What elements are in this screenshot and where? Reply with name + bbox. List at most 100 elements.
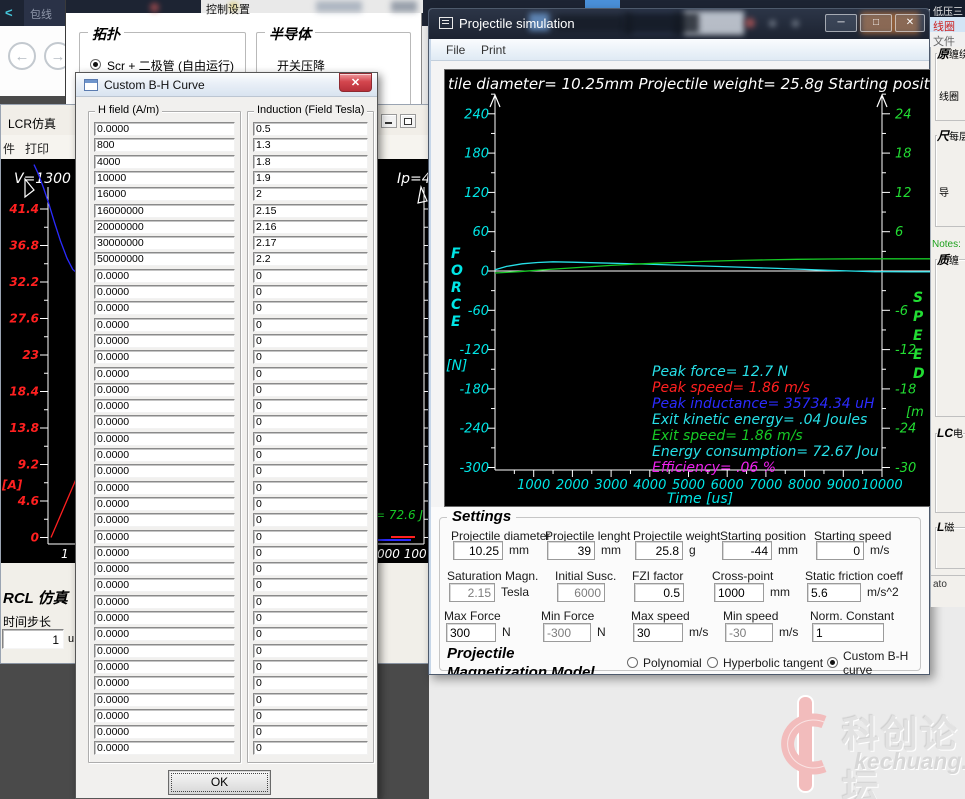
browser-active-tab[interactable]: [585, 0, 620, 8]
ok-button[interactable]: OK: [168, 770, 271, 795]
h-field-value[interactable]: 0.0000: [94, 399, 235, 413]
h-field-value[interactable]: 0.0000: [94, 709, 235, 723]
projectile-title-bar[interactable]: Projectile simulation ─ □ ✕: [429, 9, 929, 39]
b-field-value[interactable]: 0: [253, 334, 368, 348]
setting-input[interactable]: 2.15: [449, 583, 495, 602]
b-field-value[interactable]: 1.8: [253, 155, 368, 169]
chevron-left-icon[interactable]: <: [5, 5, 13, 20]
b-field-value[interactable]: 0: [253, 285, 368, 299]
h-field-value[interactable]: 0.0000: [94, 611, 235, 625]
h-field-value[interactable]: 0.0000: [94, 350, 235, 364]
b-field-value[interactable]: 0: [253, 693, 368, 707]
h-field-value[interactable]: 0.0000: [94, 530, 235, 544]
menu-print[interactable]: Print: [481, 43, 506, 57]
b-field-value[interactable]: 1.9: [253, 171, 368, 185]
maximize-icon[interactable]: □: [860, 14, 892, 32]
h-field-value[interactable]: 0.0000: [94, 432, 235, 446]
b-field-value[interactable]: 2.15: [253, 204, 368, 218]
h-field-value[interactable]: 0.0000: [94, 318, 235, 332]
b-field-value[interactable]: 0: [253, 399, 368, 413]
bh-dialog-title-bar[interactable]: Custom B-H Curve ✕: [76, 73, 377, 97]
h-field-value[interactable]: 0.0000: [94, 122, 235, 136]
b-field-value[interactable]: 2.16: [253, 220, 368, 234]
topology-radio-icon[interactable]: [90, 59, 101, 70]
b-field-value[interactable]: 0: [253, 741, 368, 755]
polynomial-radio-label[interactable]: Polynomial: [643, 656, 702, 670]
custom-bh-radio-label[interactable]: Custom B-H curve: [843, 649, 909, 677]
h-field-value[interactable]: 0.0000: [94, 497, 235, 511]
restore-icon[interactable]: [400, 114, 416, 128]
minimize-icon[interactable]: ─: [825, 14, 857, 32]
h-field-value[interactable]: 0.0000: [94, 725, 235, 739]
setting-input[interactable]: 30: [633, 623, 683, 642]
b-field-value[interactable]: 0: [253, 578, 368, 592]
setting-input[interactable]: 5.6: [807, 583, 861, 602]
h-field-value[interactable]: 0.0000: [94, 660, 235, 674]
right-menu-file[interactable]: 文件: [930, 32, 965, 47]
b-field-value[interactable]: 0: [253, 513, 368, 527]
timestep-input[interactable]: 1: [2, 629, 64, 649]
b-field-value[interactable]: 1.3: [253, 138, 368, 152]
h-field-value[interactable]: 4000: [94, 155, 235, 169]
h-field-value[interactable]: 0.0000: [94, 383, 235, 397]
h-field-value[interactable]: 0.0000: [94, 741, 235, 755]
b-field-value[interactable]: 0: [253, 660, 368, 674]
polynomial-radio-icon[interactable]: [627, 657, 638, 668]
h-field-value[interactable]: 0.0000: [94, 578, 235, 592]
h-field-value[interactable]: 30000000: [94, 236, 235, 250]
b-field-value[interactable]: 0: [253, 562, 368, 576]
setting-input[interactable]: 1: [812, 623, 884, 642]
setting-input[interactable]: 39: [547, 541, 595, 560]
close-icon[interactable]: ✕: [339, 73, 372, 92]
h-field-value[interactable]: 0.0000: [94, 301, 235, 315]
h-field-value[interactable]: 0.0000: [94, 513, 235, 527]
b-field-value[interactable]: 0: [253, 627, 368, 641]
b-field-value[interactable]: 0: [253, 432, 368, 446]
b-field-value[interactable]: 0: [253, 497, 368, 511]
b-field-value[interactable]: 0: [253, 301, 368, 315]
b-field-value[interactable]: 0: [253, 481, 368, 495]
b-field-value[interactable]: 0: [253, 318, 368, 332]
setting-input[interactable]: -44: [722, 541, 772, 560]
h-field-value[interactable]: 0.0000: [94, 595, 235, 609]
b-field-value[interactable]: 2: [253, 187, 368, 201]
h-field-value[interactable]: 50000000: [94, 252, 235, 266]
minimize-icon[interactable]: [381, 114, 397, 128]
h-field-value[interactable]: 0.0000: [94, 269, 235, 283]
close-icon[interactable]: ✕: [895, 14, 925, 32]
h-field-value[interactable]: 0.0000: [94, 334, 235, 348]
b-field-value[interactable]: 0: [253, 644, 368, 658]
b-field-value[interactable]: 0: [253, 725, 368, 739]
h-field-value[interactable]: 0.0000: [94, 415, 235, 429]
setting-input[interactable]: 1000: [714, 583, 764, 602]
setting-input[interactable]: 0.5: [634, 583, 684, 602]
setting-input[interactable]: 6000: [557, 583, 605, 602]
right-menu-coil[interactable]: 线圈: [930, 17, 965, 32]
h-field-value[interactable]: 0.0000: [94, 546, 235, 560]
setting-input[interactable]: 300: [446, 623, 496, 642]
hyperbolic-radio-icon[interactable]: [707, 657, 718, 668]
h-field-value[interactable]: 0.0000: [94, 448, 235, 462]
b-field-value[interactable]: 0: [253, 464, 368, 478]
h-field-value[interactable]: 800: [94, 138, 235, 152]
b-field-value[interactable]: 2.17: [253, 236, 368, 250]
h-field-value[interactable]: 16000: [94, 187, 235, 201]
lcr-menu-print[interactable]: 打印: [25, 140, 49, 157]
b-field-value[interactable]: 0: [253, 595, 368, 609]
b-field-value[interactable]: 0: [253, 367, 368, 381]
setting-input[interactable]: 25.8: [635, 541, 683, 560]
h-field-value[interactable]: 0.0000: [94, 693, 235, 707]
b-field-value[interactable]: 0: [253, 350, 368, 364]
menu-file[interactable]: File: [446, 43, 465, 57]
b-field-value[interactable]: 0: [253, 530, 368, 544]
setting-input[interactable]: 10.25: [453, 541, 503, 560]
h-field-value[interactable]: 0.0000: [94, 676, 235, 690]
lcr-menu-file[interactable]: 件: [3, 140, 15, 157]
h-field-value[interactable]: 0.0000: [94, 627, 235, 641]
b-field-value[interactable]: 0.5: [253, 122, 368, 136]
h-field-value[interactable]: 0.0000: [94, 367, 235, 381]
h-field-value[interactable]: 10000: [94, 171, 235, 185]
setting-input[interactable]: 0: [816, 541, 864, 560]
h-field-value[interactable]: 20000000: [94, 220, 235, 234]
b-field-value[interactable]: 0: [253, 383, 368, 397]
